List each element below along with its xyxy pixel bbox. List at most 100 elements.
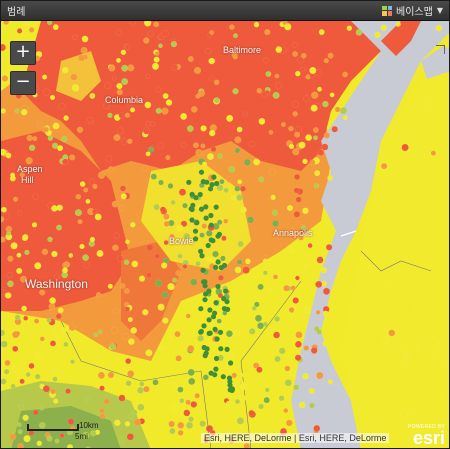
map-point[interactable] <box>146 244 154 251</box>
map-point[interactable] <box>104 81 112 89</box>
map-point[interactable] <box>187 56 194 62</box>
map-point[interactable] <box>263 396 270 404</box>
map-point[interactable] <box>158 43 163 49</box>
map-point[interactable] <box>111 75 117 81</box>
map-point[interactable] <box>125 239 130 245</box>
map-point[interactable] <box>384 283 392 291</box>
map-point[interactable] <box>213 97 220 104</box>
map-point[interactable] <box>193 66 202 75</box>
map-point[interactable] <box>107 283 113 289</box>
map-point[interactable] <box>206 317 212 323</box>
map-point[interactable] <box>4 359 11 366</box>
map-point[interactable] <box>293 187 300 194</box>
map-point[interactable] <box>51 251 58 258</box>
map-point[interactable] <box>197 191 203 198</box>
map-point[interactable] <box>123 259 130 265</box>
map-point[interactable] <box>254 314 263 322</box>
map-point[interactable] <box>157 142 164 150</box>
map-point[interactable] <box>274 316 281 322</box>
map-point[interactable] <box>154 253 160 259</box>
map-point[interactable] <box>225 400 232 406</box>
map-point[interactable] <box>316 371 324 380</box>
map-point[interactable] <box>118 437 125 444</box>
map-point[interactable] <box>303 345 310 351</box>
map-point[interactable] <box>72 34 78 40</box>
map-point[interactable] <box>1 378 7 385</box>
map-point[interactable] <box>256 87 263 94</box>
map-point[interactable] <box>314 170 321 177</box>
map-point[interactable] <box>78 54 85 62</box>
map-point[interactable] <box>37 121 44 129</box>
map-point[interactable] <box>312 127 319 133</box>
map-point[interactable] <box>212 372 218 378</box>
map-point[interactable] <box>310 347 318 354</box>
map-point[interactable] <box>125 306 130 312</box>
map-point[interactable] <box>158 179 164 186</box>
map-point[interactable] <box>248 328 256 335</box>
map-point[interactable] <box>381 335 389 344</box>
map-point[interactable] <box>317 86 322 92</box>
map-point[interactable] <box>195 261 201 267</box>
map-point[interactable] <box>163 240 169 246</box>
map-point[interactable] <box>380 162 388 170</box>
map-point[interactable] <box>113 308 120 315</box>
map-point[interactable] <box>236 417 245 425</box>
map-point[interactable] <box>388 329 396 337</box>
map-point[interactable] <box>147 30 154 37</box>
map-point[interactable] <box>89 236 96 243</box>
map-point[interactable] <box>56 224 62 231</box>
map-point[interactable] <box>82 254 89 261</box>
map-point[interactable] <box>116 127 124 135</box>
map-point[interactable] <box>224 346 230 352</box>
map-point[interactable] <box>85 198 91 204</box>
map-point[interactable] <box>176 224 184 232</box>
map-point[interactable] <box>414 152 421 159</box>
map-point[interactable] <box>234 136 242 144</box>
map-point[interactable] <box>16 252 22 258</box>
map-point[interactable] <box>307 243 313 249</box>
map-point[interactable] <box>124 421 131 427</box>
map-point[interactable] <box>248 409 255 416</box>
map-point[interactable] <box>391 206 398 214</box>
map-point[interactable] <box>145 73 151 79</box>
map-point[interactable] <box>115 29 123 36</box>
map-point[interactable] <box>298 401 306 409</box>
map-point[interactable] <box>23 315 29 321</box>
map-point[interactable] <box>1 108 6 114</box>
map-point[interactable] <box>236 126 243 133</box>
map-point[interactable] <box>127 317 133 323</box>
zoom-out-button[interactable]: − <box>10 71 36 95</box>
map-point[interactable] <box>130 327 138 334</box>
map-point[interactable] <box>272 220 279 227</box>
map-point[interactable] <box>5 152 12 159</box>
map-point[interactable] <box>258 403 264 410</box>
map-point[interactable] <box>113 134 121 142</box>
map-point[interactable] <box>292 297 299 304</box>
map-point[interactable] <box>89 430 97 437</box>
map-point[interactable] <box>175 355 182 362</box>
map-point[interactable] <box>283 408 289 414</box>
map-point[interactable] <box>174 330 181 338</box>
map-point[interactable] <box>228 165 236 173</box>
map-point[interactable] <box>105 155 113 162</box>
map-point[interactable] <box>132 409 138 415</box>
map-point[interactable] <box>291 100 299 108</box>
map-point[interactable] <box>162 317 169 324</box>
map-point[interactable] <box>374 31 381 39</box>
map-point[interactable] <box>339 107 348 115</box>
map-point[interactable] <box>84 396 90 403</box>
map-point[interactable] <box>182 202 188 209</box>
map-point[interactable] <box>81 35 89 43</box>
map-point[interactable] <box>288 143 295 150</box>
map-point[interactable] <box>121 138 128 145</box>
map-point[interactable] <box>226 375 233 381</box>
map-point[interactable] <box>159 206 167 213</box>
map-point[interactable] <box>83 187 89 193</box>
map-point[interactable] <box>130 221 136 228</box>
map-point[interactable] <box>89 178 96 185</box>
map-point[interactable] <box>22 235 28 242</box>
map-point[interactable] <box>294 340 302 348</box>
map-point[interactable] <box>240 185 246 192</box>
map-point[interactable] <box>126 433 134 441</box>
map-point[interactable] <box>5 292 12 299</box>
